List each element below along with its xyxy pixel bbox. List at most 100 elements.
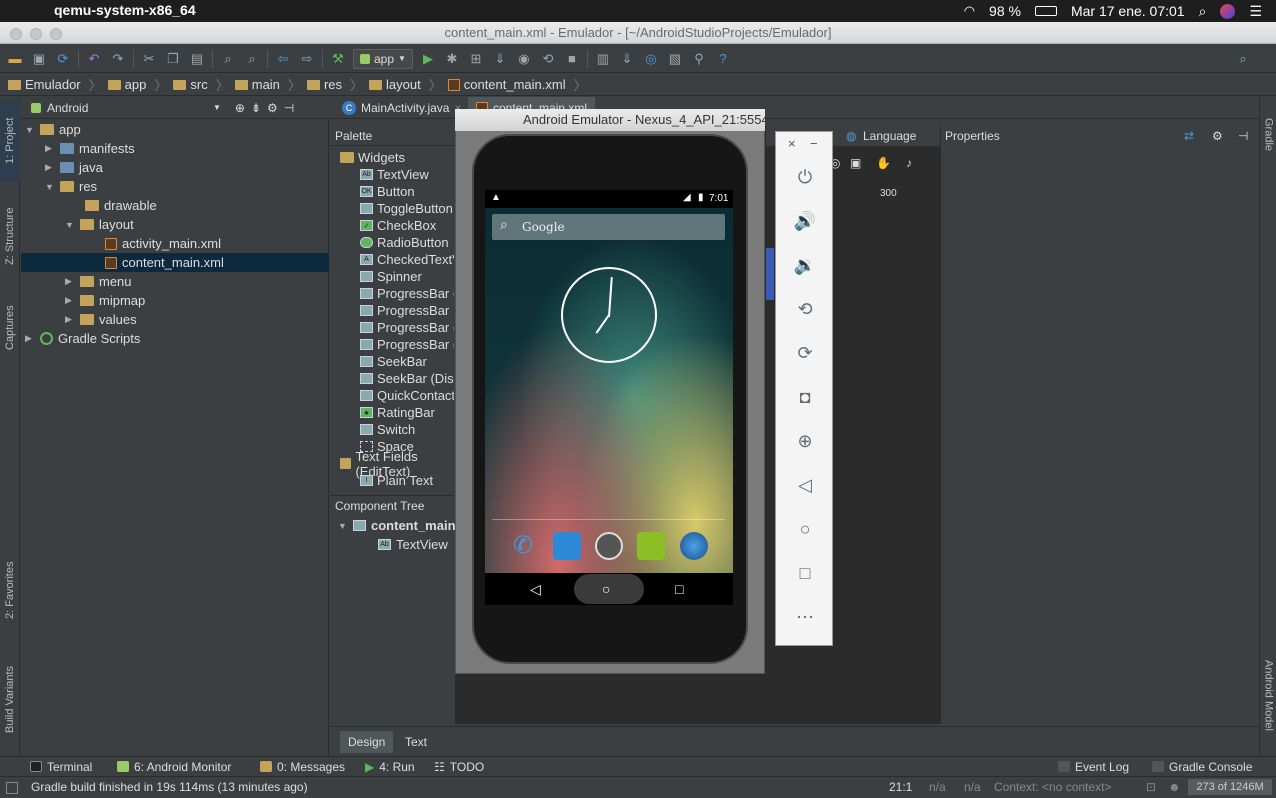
screenshot-icon[interactable]: ▣ — [850, 156, 861, 170]
breadcrumb-item[interactable]: app 〉 — [107, 75, 174, 94]
camera-icon[interactable]: ◘ — [790, 382, 820, 412]
gear-icon[interactable]: ⚙ — [267, 101, 278, 115]
tree-node-app[interactable]: ▼ app — [25, 120, 81, 139]
palette-item[interactable]: QuickContactBadge — [360, 387, 454, 404]
project-view-select[interactable]: Android — [47, 101, 207, 115]
palette-item[interactable]: I Plain Text — [360, 472, 433, 489]
collapsed-arrow-icon[interactable]: ▶ — [65, 295, 75, 306]
palette-item[interactable]: ProgressBar (Small) — [360, 319, 454, 336]
palette-item[interactable]: ProgressBar (Large) — [360, 285, 454, 302]
cut-icon[interactable]: ✂ — [140, 50, 158, 68]
android-device-monitor-icon[interactable]: ⚲ — [690, 50, 708, 68]
phone-app-icon[interactable]: ✆ — [509, 532, 537, 560]
sync-gradle-icon[interactable]: ◎ — [642, 50, 660, 68]
expanded-arrow-icon[interactable]: ▼ — [65, 220, 75, 230]
tool-gradle-console[interactable]: Gradle Console — [1152, 760, 1252, 774]
tool-event-log[interactable]: Event Log — [1058, 760, 1129, 774]
breadcrumb-item[interactable]: Emulador 〉 — [8, 75, 108, 94]
gear-icon[interactable]: ⚙ — [1212, 126, 1223, 146]
tool-terminal[interactable]: Terminal — [30, 760, 92, 774]
line-separator[interactable]: n/a — [929, 780, 946, 794]
tree-node-java[interactable]: ▶ java — [45, 158, 103, 177]
sdk-manager-icon[interactable]: ⇓ — [618, 50, 636, 68]
undo-icon[interactable]: ↶ — [85, 50, 103, 68]
rerun-icon[interactable]: ⟲ — [539, 50, 557, 68]
notification-center-icon[interactable]: ☰ — [1249, 3, 1262, 20]
collapsed-arrow-icon[interactable]: ▶ — [25, 333, 35, 344]
replace-icon[interactable]: ⌕ — [243, 50, 261, 68]
paste-icon[interactable]: ▤ — [188, 50, 206, 68]
hide-panel-icon[interactable]: ⊣ — [284, 101, 294, 115]
run-config-select[interactable]: app ▼ — [353, 48, 413, 69]
lock-icon[interactable]: ⊡ — [1146, 780, 1156, 794]
browser-app-icon[interactable] — [680, 532, 708, 560]
tool-tab-project[interactable]: 1: Project — [0, 101, 20, 181]
palette-item[interactable]: ProgressBar (Horizontal) — [360, 336, 454, 353]
copy-icon[interactable]: ❐ — [164, 50, 182, 68]
palette-item[interactable]: Ab TextView — [360, 166, 429, 183]
expanded-arrow-icon[interactable]: ▼ — [45, 182, 55, 192]
coverage-icon[interactable]: ◉ — [515, 50, 533, 68]
rotate-left-icon[interactable]: ⟲ — [790, 294, 820, 324]
status-message[interactable]: Gradle build finished in 19s 114ms (13 m… — [31, 780, 308, 794]
tree-node-res[interactable]: ▼ res — [45, 177, 97, 196]
expanded-arrow-icon[interactable]: ▼ — [25, 125, 35, 135]
close-icon[interactable]: × — [788, 136, 796, 151]
analog-clock-widget[interactable] — [561, 267, 657, 363]
tool-messages[interactable]: 0: Messages — [260, 760, 345, 774]
caret-position[interactable]: 21:1 — [889, 780, 912, 794]
context-indicator[interactable]: Context: <no context> — [994, 780, 1111, 794]
tree-node-activity-main[interactable]: activity_main.xml — [105, 234, 221, 253]
collapse-all-icon[interactable]: ⇟ — [251, 101, 261, 115]
tab-main-activity[interactable]: C MainActivity.java × — [334, 97, 470, 119]
contacts-app-icon[interactable] — [553, 532, 581, 560]
make-project-icon[interactable]: ⚒ — [329, 50, 347, 68]
help-icon[interactable]: ? — [714, 50, 732, 68]
more-icon[interactable]: ⋯ — [790, 602, 820, 632]
back-icon[interactable]: ⇦ — [274, 50, 292, 68]
collapsed-arrow-icon[interactable]: ▶ — [65, 276, 75, 287]
hector-icon[interactable]: ☻ — [1168, 780, 1181, 794]
siri-icon[interactable] — [1220, 3, 1236, 19]
palette-item[interactable]: Switch — [360, 421, 415, 438]
minimize-window-button[interactable] — [30, 28, 42, 40]
breadcrumb-item[interactable]: res 〉 — [306, 75, 369, 94]
redo-icon[interactable]: ↷ — [109, 50, 127, 68]
palette-item[interactable]: ToggleButton — [360, 200, 453, 217]
home-icon[interactable]: ○ — [790, 514, 820, 544]
attach-debugger-icon[interactable]: ⊞ — [467, 50, 485, 68]
swap-icon[interactable]: ⇄ — [1184, 126, 1194, 146]
find-icon[interactable]: ⌕ — [219, 50, 237, 68]
tree-node-gradle-scripts[interactable]: ▶ Gradle Scripts — [25, 329, 140, 348]
tool-tab-gradle[interactable]: Gradle — [1260, 105, 1276, 165]
tool-tab-structure[interactable]: Z: Structure — [0, 191, 20, 281]
zoom-window-button[interactable] — [50, 28, 62, 40]
nav-recents-icon[interactable]: □ — [675, 581, 683, 597]
notification-bell-icon[interactable]: ♪ — [906, 156, 912, 170]
palette-category-widgets[interactable]: Widgets — [340, 149, 405, 166]
breadcrumb-item[interactable]: main 〉 — [234, 75, 307, 94]
zoom-icon[interactable]: ⊕ — [790, 426, 820, 456]
back-icon[interactable]: ◁ — [790, 470, 820, 500]
collapsed-arrow-icon[interactable]: ▶ — [45, 143, 55, 154]
expanded-arrow-icon[interactable]: ▼ — [338, 521, 348, 531]
save-icon[interactable]: ▣ — [30, 50, 48, 68]
app-menu-name[interactable]: qemu-system-x86_64 — [54, 2, 196, 18]
breadcrumb-item[interactable]: src 〉 — [173, 75, 234, 94]
close-window-button[interactable] — [10, 28, 22, 40]
component-textview[interactable]: Ab TextView — [378, 535, 448, 554]
tool-android-monitor[interactable]: 6: Android Monitor — [117, 760, 231, 774]
nav-back-icon[interactable]: ◁ — [530, 581, 541, 598]
forward-icon[interactable]: ⇨ — [298, 50, 316, 68]
google-search-bar[interactable]: ⌕ Google — [492, 214, 725, 240]
pan-hand-icon[interactable]: ✋ — [876, 156, 891, 170]
tool-todo[interactable]: ☷ TODO — [434, 760, 484, 774]
avd-manager-icon[interactable]: ▥ — [594, 50, 612, 68]
run-icon[interactable]: ▶ — [419, 50, 437, 68]
tree-node-menu[interactable]: ▶ menu — [65, 272, 132, 291]
palette-category-text-fields[interactable]: Text Fields (EditText) — [340, 449, 454, 479]
tool-tab-favorites[interactable]: 2: Favorites — [0, 545, 20, 635]
tree-node-manifests[interactable]: ▶ manifests — [45, 139, 135, 158]
tool-tab-captures[interactable]: Captures — [0, 293, 20, 363]
file-encoding[interactable]: n/a — [964, 780, 981, 794]
